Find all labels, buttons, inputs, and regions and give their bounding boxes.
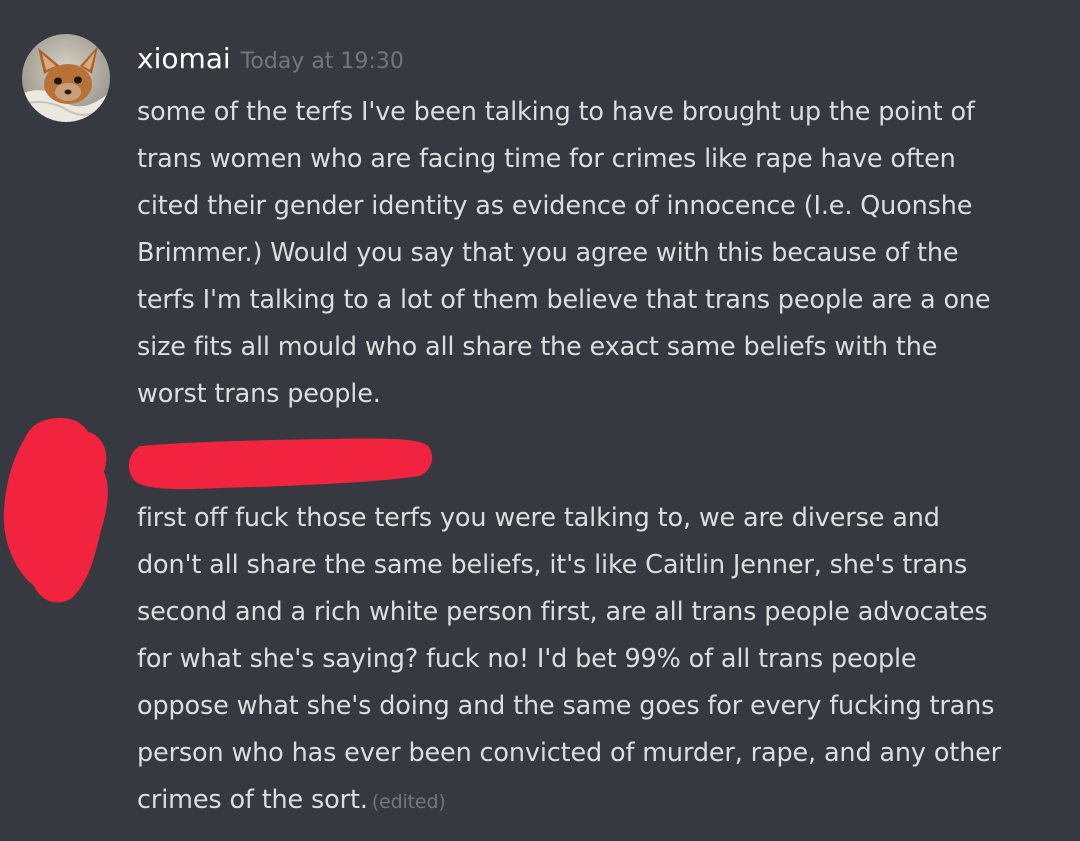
message-header: xiomai Today at 19:30: [137, 42, 404, 82]
message-timestamp: Today at 19:30: [240, 49, 404, 74]
edited-label: (edited): [371, 791, 446, 813]
message-text-2: first off fuck those terfs you were talk…: [137, 495, 1067, 826]
message-body-2: first off fuck those terfs you were talk…: [137, 503, 1001, 815]
user-avatar[interactable]: [22, 34, 110, 122]
chat-message: xiomai Today at 19:30 some of the terfs I…: [0, 0, 1080, 841]
chihuahua-avatar-icon: [22, 34, 110, 122]
message-text-1: some of the terfs I've been talking to h…: [137, 97, 991, 409]
username[interactable]: xiomai: [137, 42, 231, 75]
